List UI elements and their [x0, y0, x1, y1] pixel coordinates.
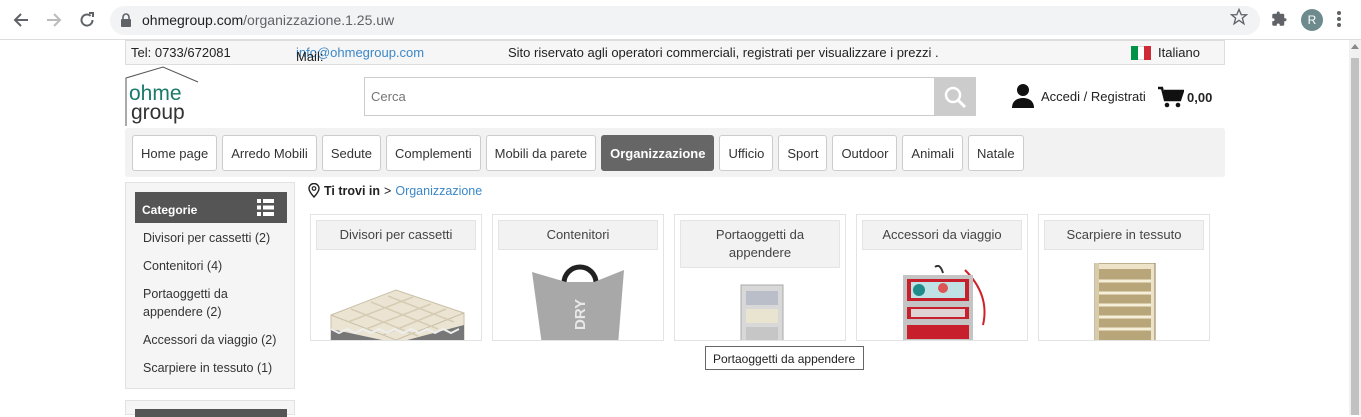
- product-tooltip: Portaoggetti da appendere: [705, 346, 864, 370]
- browser-menu-icon[interactable]: [1337, 10, 1341, 31]
- product-card-accessori[interactable]: Accessori da viaggio: [856, 214, 1028, 341]
- address-bar[interactable]: ohmegroup.com/organizzazione.1.25.uw: [110, 6, 1260, 35]
- scroll-up-arrow-icon[interactable]: [1351, 44, 1359, 49]
- breadcrumb: Ti trovi in > Organizzazione: [308, 183, 482, 198]
- svg-text:DRY: DRY: [572, 299, 589, 330]
- top-info-bar: Tel: 0733/672081 Mail: info@ohmegroup.co…: [125, 40, 1225, 65]
- second-sidebar-header: [135, 409, 287, 417]
- list-icon[interactable]: [257, 199, 274, 219]
- operators-notice: Sito riservato agli operatori commercial…: [508, 45, 939, 60]
- cart-total: 0,00: [1187, 89, 1213, 105]
- category-link-portaoggetti[interactable]: Portaoggetti da appendere (2): [143, 285, 283, 321]
- bookmark-star-icon[interactable]: [1229, 7, 1249, 29]
- category-link-scarpiere[interactable]: Scarpiere in tessuto (1): [143, 359, 283, 377]
- search-icon: [944, 86, 967, 108]
- nav-item-sedute[interactable]: Sedute: [321, 135, 382, 171]
- browser-toolbar: ohmegroup.com/organizzazione.1.25.uw R: [0, 0, 1361, 40]
- forward-arrow-icon[interactable]: [42, 8, 66, 32]
- login-register-link[interactable]: Accedi / Registrati: [1012, 84, 1146, 108]
- product-title: Portaoggetti da appendere: [680, 220, 840, 268]
- cart-icon: [1158, 86, 1184, 108]
- nav-item-home-page[interactable]: Home page: [132, 135, 218, 171]
- product-card-contenitori[interactable]: Contenitori DRY: [492, 214, 664, 341]
- product-title: Divisori per cassetti: [316, 220, 476, 250]
- product-title: Scarpiere in tessuto: [1044, 220, 1204, 250]
- profile-avatar[interactable]: R: [1301, 9, 1323, 31]
- drawer-divider-image: [330, 289, 465, 340]
- shoe-rack-image: [1094, 263, 1156, 340]
- breadcrumb-separator: >: [384, 183, 392, 198]
- extensions-puzzle-icon[interactable]: [1270, 10, 1288, 31]
- location-pin-icon: [308, 183, 320, 198]
- nav-item-outdoor[interactable]: Outdoor: [832, 135, 898, 171]
- page-scrollbar[interactable]: [1349, 40, 1361, 415]
- nav-item-animali[interactable]: Animali: [902, 135, 964, 171]
- breadcrumb-prefix: Ti trovi in: [324, 183, 381, 198]
- main-navigation: Home page Arredo Mobili Sedute Complemen…: [125, 128, 1225, 177]
- login-register-label: Accedi / Registrati: [1041, 88, 1146, 104]
- nav-item-arredo-mobili[interactable]: Arredo Mobili: [222, 135, 317, 171]
- lock-icon: [120, 13, 132, 30]
- italy-flag-icon[interactable]: [1131, 46, 1152, 60]
- product-title: Contenitori: [498, 220, 658, 250]
- reload-icon[interactable]: [75, 8, 99, 32]
- user-icon: [1012, 84, 1034, 108]
- search-input[interactable]: [364, 77, 934, 116]
- categories-header[interactable]: Categorie: [135, 192, 287, 223]
- ohme-group-logo[interactable]: ohme group: [125, 66, 200, 128]
- laundry-bag-image: DRY: [532, 264, 624, 340]
- scrollbar-thumb[interactable]: [1351, 58, 1359, 415]
- nav-item-mobili-da-parete[interactable]: Mobili da parete: [485, 135, 597, 171]
- logo-text-group: group: [131, 101, 185, 124]
- url-text: ohmegroup.com/organizzazione.1.25.uw: [142, 12, 395, 28]
- nav-item-sport[interactable]: Sport: [778, 135, 828, 171]
- nav-item-ufficio[interactable]: Ufficio: [719, 135, 774, 171]
- product-card-portaoggetti[interactable]: Portaoggetti da appendere: [674, 214, 846, 341]
- category-link-contenitori[interactable]: Contenitori (4): [143, 257, 283, 275]
- language-selector[interactable]: Italiano: [1158, 45, 1200, 60]
- breadcrumb-current[interactable]: Organizzazione: [395, 184, 482, 198]
- category-link-divisori[interactable]: Divisori per cassetti (2): [143, 229, 283, 247]
- categories-sidebar: Categorie Divisori per cassetti (2) Cont…: [125, 182, 295, 389]
- phone-number: Tel: 0733/672081: [131, 45, 231, 60]
- category-link-accessori[interactable]: Accessori da viaggio (2): [143, 331, 283, 349]
- nav-item-organizzazione[interactable]: Organizzazione: [601, 135, 715, 171]
- search-button[interactable]: [934, 77, 976, 116]
- nav-item-natale[interactable]: Natale: [968, 135, 1024, 171]
- nav-item-complementi[interactable]: Complementi: [386, 135, 481, 171]
- mail-label: Mail:: [296, 49, 324, 64]
- search-bar: [364, 77, 976, 116]
- second-sidebar-box: [125, 400, 295, 417]
- travel-organizer-image: [903, 265, 986, 340]
- categories-title: Categorie: [142, 203, 198, 217]
- product-title: Accessori da viaggio: [862, 220, 1022, 250]
- product-card-scarpiere[interactable]: Scarpiere in tessuto: [1038, 214, 1210, 341]
- cart-button[interactable]: 0,00: [1158, 86, 1212, 108]
- mail-info: Mail: info@ohmegroup.com: [296, 45, 424, 64]
- product-card-divisori[interactable]: Divisori per cassetti: [310, 214, 482, 341]
- hanging-organizer-image: [740, 284, 784, 340]
- back-arrow-icon[interactable]: [9, 8, 33, 32]
